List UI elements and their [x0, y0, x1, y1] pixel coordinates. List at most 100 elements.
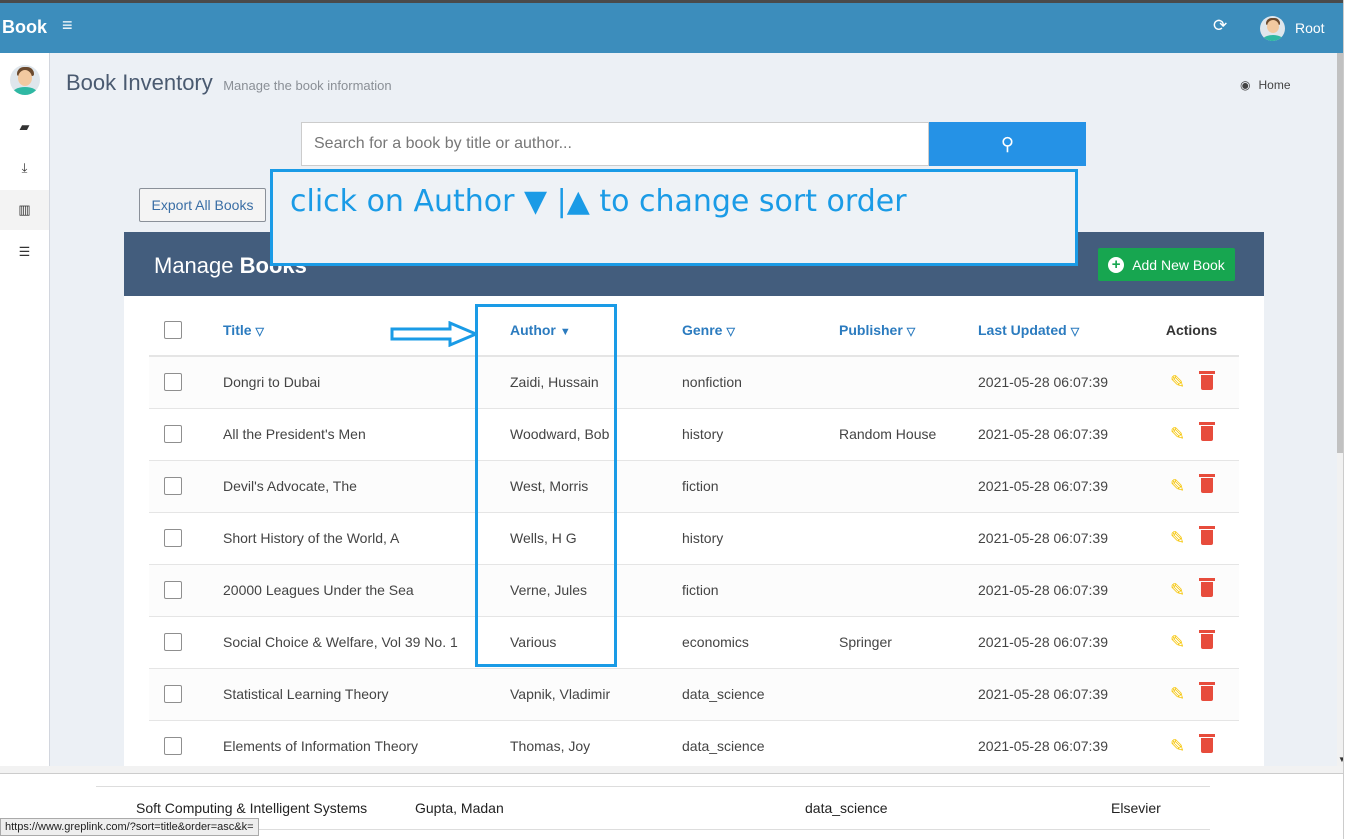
sidebar-avatar	[10, 65, 40, 95]
avatar	[1260, 15, 1285, 41]
cell-title: Social Choice & Welfare, Vol 39 No. 1	[223, 616, 510, 669]
refresh-icon[interactable]: ⟳	[1213, 16, 1227, 36]
edit-pencil-icon[interactable]: ✎	[1170, 476, 1185, 496]
edit-pencil-icon[interactable]: ✎	[1170, 580, 1185, 600]
trash-icon[interactable]	[1199, 578, 1216, 598]
cell-title: Elements of Information Theory	[223, 720, 510, 766]
background-title: Soft Computing & Intelligent Systems	[136, 800, 368, 816]
row-checkbox[interactable]	[164, 373, 182, 392]
cell-actions: ✎	[1144, 564, 1239, 617]
top-navbar: Book ≡ ⟳ Root	[0, 3, 1343, 53]
cell-publisher	[839, 512, 978, 565]
trash-icon[interactable]	[1199, 370, 1216, 390]
search-button[interactable]: ⚲	[929, 122, 1086, 166]
column-header-last-updated[interactable]: Last Updated ▽	[978, 304, 1144, 357]
select-all-checkbox[interactable]	[164, 320, 182, 339]
add-new-book-button[interactable]: + Add New Book	[1098, 248, 1235, 281]
cell-author: Vapnik, Vladimir	[510, 668, 682, 721]
cell-title: Statistical Learning Theory	[223, 668, 510, 721]
row-select-cell	[149, 512, 223, 565]
cell-publisher: Springer	[839, 616, 978, 669]
breadcrumb-home: Home	[1258, 78, 1291, 92]
background-publisher: Elsevier	[1111, 800, 1161, 816]
edit-pencil-icon[interactable]: ✎	[1170, 424, 1185, 444]
background-page: Soft Computing & Intelligent Systems Gup…	[0, 766, 1357, 839]
cell-genre: data_science	[682, 720, 839, 766]
select-all-cell	[149, 304, 223, 357]
app-window: Book ≡ ⟳ Root ▰ ⤓ ▥ ☰ Book Inventory Man…	[0, 0, 1343, 766]
column-header-genre[interactable]: Genre ▽	[682, 304, 839, 357]
row-checkbox[interactable]	[164, 685, 182, 704]
user-menu[interactable]: Root	[1260, 15, 1325, 41]
table-header-row: Title ▽ Author ▼ Genre ▽ Publisher ▽ Last Up…	[149, 304, 1239, 357]
sidebar-item-books[interactable]: ▰	[0, 107, 49, 147]
cell-publisher	[839, 668, 978, 721]
cell-actions: ✎	[1144, 616, 1239, 669]
breadcrumb[interactable]: ◉ Home	[1240, 78, 1291, 92]
search-icon: ⚲	[1000, 133, 1015, 154]
table-row: Devil's Advocate, The West, Morris fiction…	[149, 460, 1239, 513]
edit-pencil-icon[interactable]: ✎	[1170, 684, 1185, 704]
sort-desc-icon: ▽	[1070, 325, 1080, 338]
table-row: Statistical Learning Theory Vapnik, Vladi…	[149, 668, 1239, 721]
trash-icon[interactable]	[1199, 630, 1216, 650]
trash-icon[interactable]	[1199, 734, 1216, 754]
bars-icon[interactable]: ≡	[62, 15, 73, 36]
cell-last-updated: 2021-05-28 06:07:39	[978, 720, 1144, 766]
cell-actions: ✎	[1144, 720, 1239, 766]
table-row: Social Choice & Welfare, Vol 39 No. 1 Var…	[149, 616, 1239, 669]
row-checkbox[interactable]	[164, 425, 182, 444]
cell-last-updated: 2021-05-28 06:07:39	[978, 512, 1144, 565]
edit-pencil-icon[interactable]: ✎	[1170, 528, 1185, 548]
cell-last-updated: 2021-05-28 06:07:39	[978, 460, 1144, 513]
row-select-cell	[149, 616, 223, 669]
edit-pencil-icon[interactable]: ✎	[1170, 736, 1185, 756]
search-input[interactable]	[301, 122, 929, 166]
trash-icon[interactable]	[1199, 474, 1216, 494]
table-row: Dongri to Dubai Zaidi, Hussain nonfiction 2…	[149, 356, 1239, 409]
cell-actions: ✎	[1144, 408, 1239, 461]
row-checkbox[interactable]	[164, 529, 182, 548]
row-checkbox[interactable]	[164, 477, 182, 496]
row-select-cell	[149, 720, 223, 766]
cell-author: Thomas, Joy	[510, 720, 682, 766]
bar-chart-icon: ▥	[18, 202, 31, 217]
cell-actions: ✎	[1144, 512, 1239, 565]
row-checkbox[interactable]	[164, 633, 182, 652]
edit-pencil-icon[interactable]: ✎	[1170, 372, 1185, 392]
sidebar-item-reports[interactable]: ▥	[0, 190, 49, 230]
row-select-cell	[149, 408, 223, 461]
row-checkbox[interactable]	[164, 581, 182, 600]
column-header-publisher[interactable]: Publisher ▽	[839, 304, 978, 357]
page-title: Book Inventory	[66, 70, 213, 95]
cell-last-updated: 2021-05-28 06:07:39	[978, 408, 1144, 461]
page-heading: Book Inventory Manage the book informati…	[66, 70, 392, 96]
trash-icon[interactable]	[1199, 682, 1216, 702]
cell-actions: ✎	[1144, 668, 1239, 721]
background-genre: data_science	[805, 800, 888, 816]
export-all-button[interactable]: Export All Books	[139, 188, 266, 222]
sidebar-item-list[interactable]: ☰	[0, 232, 49, 272]
user-name: Root	[1295, 20, 1325, 36]
trash-icon[interactable]	[1199, 526, 1216, 546]
row-checkbox[interactable]	[164, 737, 182, 756]
author-column-highlight	[475, 304, 617, 667]
annotation-text: click on Author ▼ |▲ to change sort orde…	[290, 184, 907, 219]
column-header-actions: Actions	[1144, 304, 1239, 357]
brand-logo[interactable]: Book	[2, 17, 47, 38]
cell-genre: history	[682, 512, 839, 565]
edit-pencil-icon[interactable]: ✎	[1170, 632, 1185, 652]
book-icon: ▰	[19, 119, 30, 134]
sidebar-item-import[interactable]: ⤓	[0, 148, 49, 188]
status-bar-url: https://www.greplink.com/?sort=title&ord…	[0, 818, 259, 836]
window-edge	[1343, 0, 1357, 839]
sort-desc-icon: ▽	[726, 325, 735, 338]
sort-desc-icon: ▽	[255, 325, 264, 338]
cell-actions: ✎	[1144, 356, 1239, 409]
cell-last-updated: 2021-05-28 06:07:39	[978, 616, 1144, 669]
background-author: Gupta, Madan	[415, 800, 504, 816]
cell-genre: data_science	[682, 668, 839, 721]
trash-icon[interactable]	[1199, 422, 1216, 442]
cell-publisher	[839, 720, 978, 766]
row-select-cell	[149, 668, 223, 721]
